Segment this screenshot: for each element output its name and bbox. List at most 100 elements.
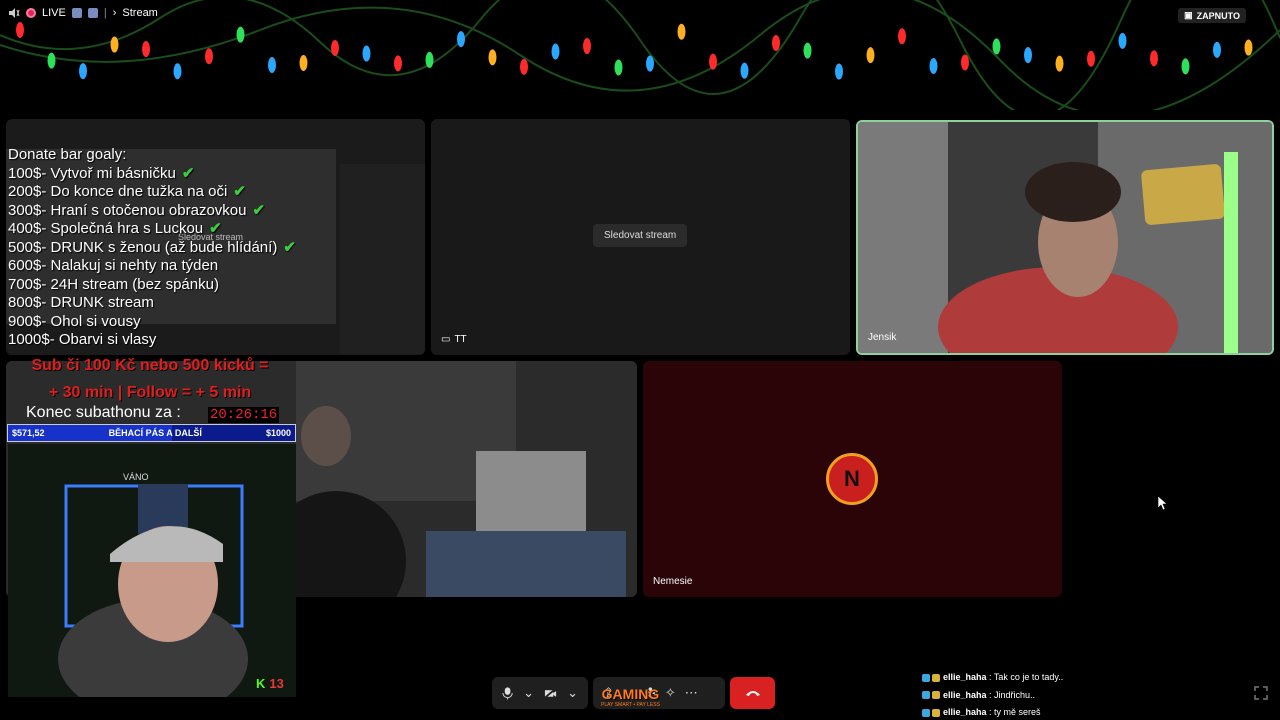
light-bulb — [457, 31, 465, 48]
webcam-banner: VÁNO — [123, 472, 149, 482]
participant-name: Jensik — [868, 332, 897, 343]
avatar: N — [826, 453, 878, 505]
light-bulb — [677, 23, 686, 40]
light-bulb — [1118, 32, 1127, 49]
light-bulb — [898, 28, 906, 45]
light-bulb — [16, 22, 24, 38]
brand-logo: GAMING PLAY SMART • PAY LESS — [601, 686, 660, 711]
light-bulb — [236, 26, 245, 43]
checkmark-icon: ✔ — [209, 220, 222, 237]
streamer-webcam: VÁNO — [8, 444, 296, 697]
subathon-timer: 20:26:16 — [208, 407, 280, 423]
donate-goal-text: 800$- DRUNK stream — [8, 294, 154, 311]
donate-goal-text: 600$- Nalakuj si nehty na týden — [8, 257, 219, 274]
activity-controls: ⇪ GAMING PLAY SMART • PAY LESS ✤ ✧ ⋯ — [593, 677, 725, 709]
subathon-rules: Sub či 100 Kč nebo 500 kicků = + 30 min … — [22, 352, 278, 406]
light-bulb — [1213, 41, 1221, 58]
tile-label: ▭ TT — [441, 334, 467, 345]
participant-name: Nemesie — [653, 576, 693, 587]
camera-tile-nemesie[interactable]: N Nemesie — [643, 361, 1062, 597]
checkmark-icon: ✔ — [283, 238, 296, 256]
donate-goal-text: 100$- Vytvoř mi básničku — [8, 164, 176, 182]
badge-icon — [922, 673, 930, 682]
light-bulb — [740, 62, 749, 79]
light-bulb — [1150, 50, 1158, 67]
donate-goal-item: 300$- Hraní s otočenou obrazovkou ✔ — [8, 202, 296, 221]
brand-logo-title: GAMING — [601, 686, 660, 702]
chat-username: ellie_haha — [943, 672, 987, 682]
light-bulb — [425, 51, 434, 68]
chat-text: : Tak co je to tady.. — [986, 672, 1064, 682]
mouse-cursor-icon — [1158, 496, 1168, 510]
light-bulb — [110, 36, 119, 53]
screen-icon: ▭ — [441, 334, 451, 345]
light-bulb — [394, 55, 402, 72]
donate-goal-item: 900$- Ohol si vousy — [8, 313, 296, 332]
microphone-icon[interactable] — [502, 686, 513, 700]
light-bulb — [79, 63, 87, 80]
disconnect-button[interactable] — [730, 677, 775, 709]
light-bulb — [803, 42, 812, 59]
kick-count: 13 — [269, 676, 284, 691]
donate-goal-item: 400$- Společná hra s Luckou ✔ — [8, 220, 296, 239]
sub-badge-icon — [932, 673, 940, 682]
camera-off-icon[interactable] — [544, 687, 557, 699]
christmas-lights-decoration — [0, 0, 1280, 110]
light-bulb — [362, 45, 371, 62]
audio-video-controls: ⌄ ⌄ — [492, 677, 588, 709]
chat-username: ellie_haha — [943, 707, 987, 717]
donate-goal-item: 200$- Do konce dne tužka na oči ✔ — [8, 183, 296, 202]
donate-goal-list: 100$- Vytvoř mi básničku ✔ 200$- Do konce … — [8, 165, 296, 350]
subathon-rule-line: + 30 min | Follow = + 5 min — [48, 384, 252, 401]
donate-goals-overlay: Donate bar goaly: 100$- Vytvoř mi básnič… — [8, 146, 296, 350]
screen-share-tile-tt[interactable]: Sledovat stream ▭ TT — [431, 119, 850, 355]
hang-up-icon — [745, 691, 760, 696]
light-bulb — [709, 53, 717, 70]
fullscreen-icon[interactable] — [1254, 686, 1268, 700]
light-bulb — [866, 47, 875, 64]
donate-goal-item: 500$- DRUNK s ženou (až bude hlídání) ✔ — [8, 239, 296, 258]
donate-goal-text: 900$- Ohol si vousy — [8, 312, 141, 330]
chat-message: ellie_haha : Tak co je to tady.. — [922, 669, 1063, 687]
light-bulb — [1024, 47, 1032, 64]
chevron-down-icon[interactable]: ⌄ — [567, 685, 578, 701]
more-options-icon[interactable]: ⋯ — [685, 685, 698, 701]
light-bulb — [205, 48, 213, 65]
brand-logo-tagline: PLAY SMART • PAY LESS — [601, 702, 660, 708]
camera-tile-jensik[interactable]: Jensik — [856, 120, 1274, 355]
light-bulb — [551, 43, 560, 60]
light-bulb — [835, 63, 843, 80]
checkmark-icon: ✔ — [181, 164, 195, 182]
chevron-down-icon[interactable]: ⌄ — [523, 685, 534, 701]
light-bulb — [520, 58, 528, 75]
goal-target: $1000 — [265, 428, 291, 438]
subathon-end-label: Konec subathonu za : — [26, 404, 181, 421]
chat-username: ellie_haha — [943, 689, 987, 700]
light-bulb — [1244, 39, 1253, 56]
avatar-letter: N — [844, 466, 860, 491]
webcam-feed — [8, 444, 296, 697]
chat-message: ellie_haha : ty mě sereš — [922, 704, 1063, 720]
sub-badge-icon — [932, 708, 940, 717]
light-bulb — [646, 55, 654, 72]
checkmark-icon: ✔ — [252, 201, 266, 219]
watch-stream-button[interactable]: Sledovat stream — [593, 224, 688, 247]
light-bulb — [992, 38, 1001, 55]
shared-screen-sidebar — [340, 164, 425, 354]
light-bulb — [1055, 55, 1064, 72]
soundboard-icon[interactable]: ✧ — [665, 685, 676, 701]
donate-goal-text: 500$- DRUNK s ženou (až bude hlídání) — [8, 238, 278, 256]
light-bulb — [929, 57, 938, 74]
checkmark-icon: ✔ — [233, 183, 246, 200]
light-bulb — [331, 40, 339, 57]
light-bulb — [614, 59, 623, 76]
light-bulb — [299, 54, 308, 71]
light-bulb — [47, 52, 56, 69]
participant-name: TT — [454, 334, 467, 345]
light-bulb — [1087, 50, 1095, 67]
sub-badge-icon — [932, 691, 940, 700]
light-bulb — [173, 63, 182, 80]
donate-title: Donate bar goaly: — [8, 146, 127, 163]
donate-goal-item: 100$- Vytvoř mi básničku ✔ — [8, 165, 296, 184]
goal-name: BĚHACÍ PÁS A DALŠÍ — [108, 428, 202, 438]
